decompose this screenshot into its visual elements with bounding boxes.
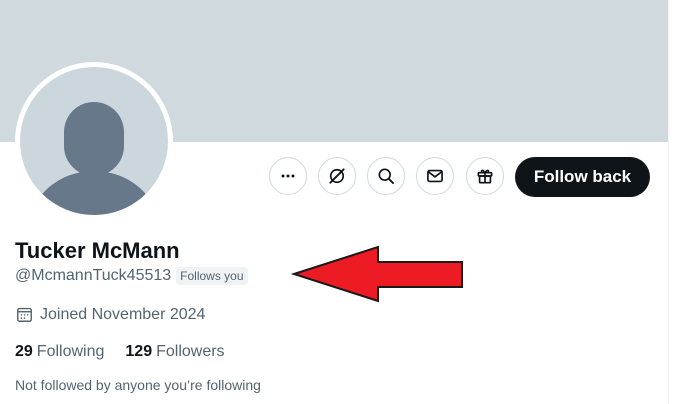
- follow-back-button[interactable]: Follow back: [515, 157, 650, 197]
- handle-row: @McmannTuck45513 Follows you: [15, 267, 248, 285]
- following-count: 29: [15, 343, 33, 360]
- message-button[interactable]: [416, 157, 454, 195]
- follows-you-badge: Follows you: [176, 267, 248, 285]
- followers-count: 129: [125, 343, 153, 360]
- more-button[interactable]: [269, 157, 307, 195]
- profile-name: Tucker McMann: [15, 238, 180, 263]
- message-icon: [427, 169, 443, 183]
- calendar-icon: [17, 307, 32, 322]
- more-icon: [281, 174, 295, 178]
- grok-icon: [329, 168, 345, 184]
- profile-avatar[interactable]: [15, 62, 173, 220]
- search-icon: [378, 168, 394, 184]
- followers-link[interactable]: 129 Followers: [125, 343, 224, 361]
- following-link[interactable]: 29 Following: [15, 343, 104, 361]
- red-arrow-annotation: [290, 245, 463, 303]
- followers-label: Followers: [156, 343, 225, 360]
- gift-icon: [477, 169, 493, 184]
- gift-button[interactable]: [466, 157, 504, 195]
- not-followed-notice: Not followed by anyone you’re following: [15, 377, 261, 393]
- joined-text: Joined November 2024: [40, 305, 206, 323]
- default-avatar-icon: [20, 67, 168, 215]
- joined-date: Joined November 2024: [15, 305, 205, 324]
- follow-stats: 29 Following 129 Followers: [15, 343, 225, 361]
- search-button[interactable]: [367, 157, 405, 195]
- grok-button[interactable]: [318, 157, 356, 195]
- following-label: Following: [36, 343, 105, 360]
- column-divider: [668, 0, 669, 404]
- profile-handle: @McmannTuck45513: [15, 267, 172, 284]
